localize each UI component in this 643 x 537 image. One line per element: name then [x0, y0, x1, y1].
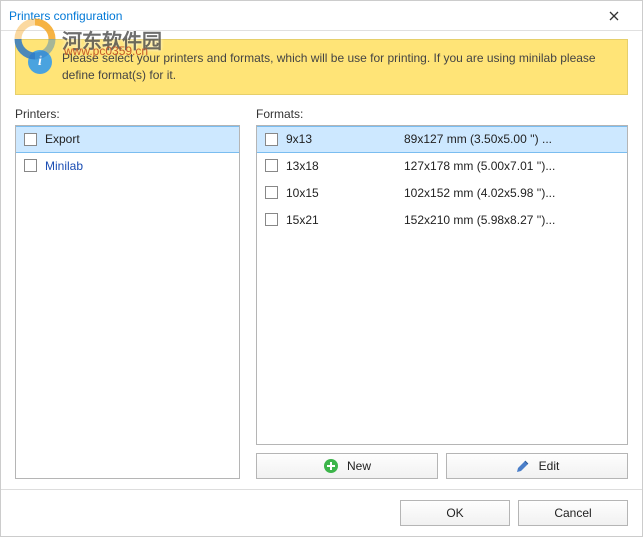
info-icon: i [28, 50, 52, 74]
formats-label: Formats: [256, 107, 628, 121]
ok-button-label: OK [446, 506, 463, 520]
format-dims: 89x127 mm (3.50x5.00 '') ... [404, 132, 619, 146]
format-actions: New Edit [256, 453, 628, 479]
printers-column: Printers: Export Minilab [15, 107, 240, 479]
edit-button-label: Edit [539, 459, 560, 473]
format-name: 9x13 [286, 132, 396, 146]
printer-row[interactable]: Minilab [16, 153, 239, 180]
printer-name: Minilab [45, 159, 83, 173]
info-text: Please select your printers and formats,… [62, 50, 615, 84]
titlebar: Printers configuration [1, 1, 642, 31]
format-dims: 127x178 mm (5.00x7.01 '')... [404, 159, 619, 173]
format-row[interactable]: 10x15 102x152 mm (4.02x5.98 '')... [257, 180, 627, 207]
dialog-footer: OK Cancel [1, 489, 642, 536]
printer-name: Export [45, 132, 80, 146]
close-button[interactable] [594, 4, 634, 28]
ok-button[interactable]: OK [400, 500, 510, 526]
format-row[interactable]: 13x18 127x178 mm (5.00x7.01 '')... [257, 153, 627, 180]
checkbox[interactable] [265, 159, 278, 172]
new-button-label: New [347, 459, 371, 473]
format-row[interactable]: 15x21 152x210 mm (5.98x8.27 '')... [257, 207, 627, 234]
printers-list[interactable]: Export Minilab [15, 125, 240, 479]
format-name: 10x15 [286, 186, 396, 200]
format-name: 13x18 [286, 159, 396, 173]
format-dims: 102x152 mm (4.02x5.98 '')... [404, 186, 619, 200]
window-title: Printers configuration [9, 9, 594, 23]
printer-row[interactable]: Export [16, 126, 239, 153]
checkbox[interactable] [24, 159, 37, 172]
new-button[interactable]: New [256, 453, 438, 479]
checkbox[interactable] [265, 186, 278, 199]
checkbox[interactable] [24, 133, 37, 146]
checkbox[interactable] [265, 213, 278, 226]
close-icon [609, 11, 619, 21]
info-banner: i Please select your printers and format… [15, 39, 628, 95]
cancel-button-label: Cancel [554, 506, 591, 520]
format-dims: 152x210 mm (5.98x8.27 '')... [404, 213, 619, 227]
format-row[interactable]: 9x13 89x127 mm (3.50x5.00 '') ... [257, 126, 627, 153]
pencil-icon [515, 458, 531, 474]
edit-button[interactable]: Edit [446, 453, 628, 479]
content-area: Printers: Export Minilab Formats: 9x13 89x… [1, 107, 642, 489]
plus-icon [323, 458, 339, 474]
printers-label: Printers: [15, 107, 240, 121]
format-name: 15x21 [286, 213, 396, 227]
checkbox[interactable] [265, 133, 278, 146]
cancel-button[interactable]: Cancel [518, 500, 628, 526]
formats-column: Formats: 9x13 89x127 mm (3.50x5.00 '') ..… [256, 107, 628, 479]
formats-list[interactable]: 9x13 89x127 mm (3.50x5.00 '') ... 13x18 127… [256, 125, 628, 445]
